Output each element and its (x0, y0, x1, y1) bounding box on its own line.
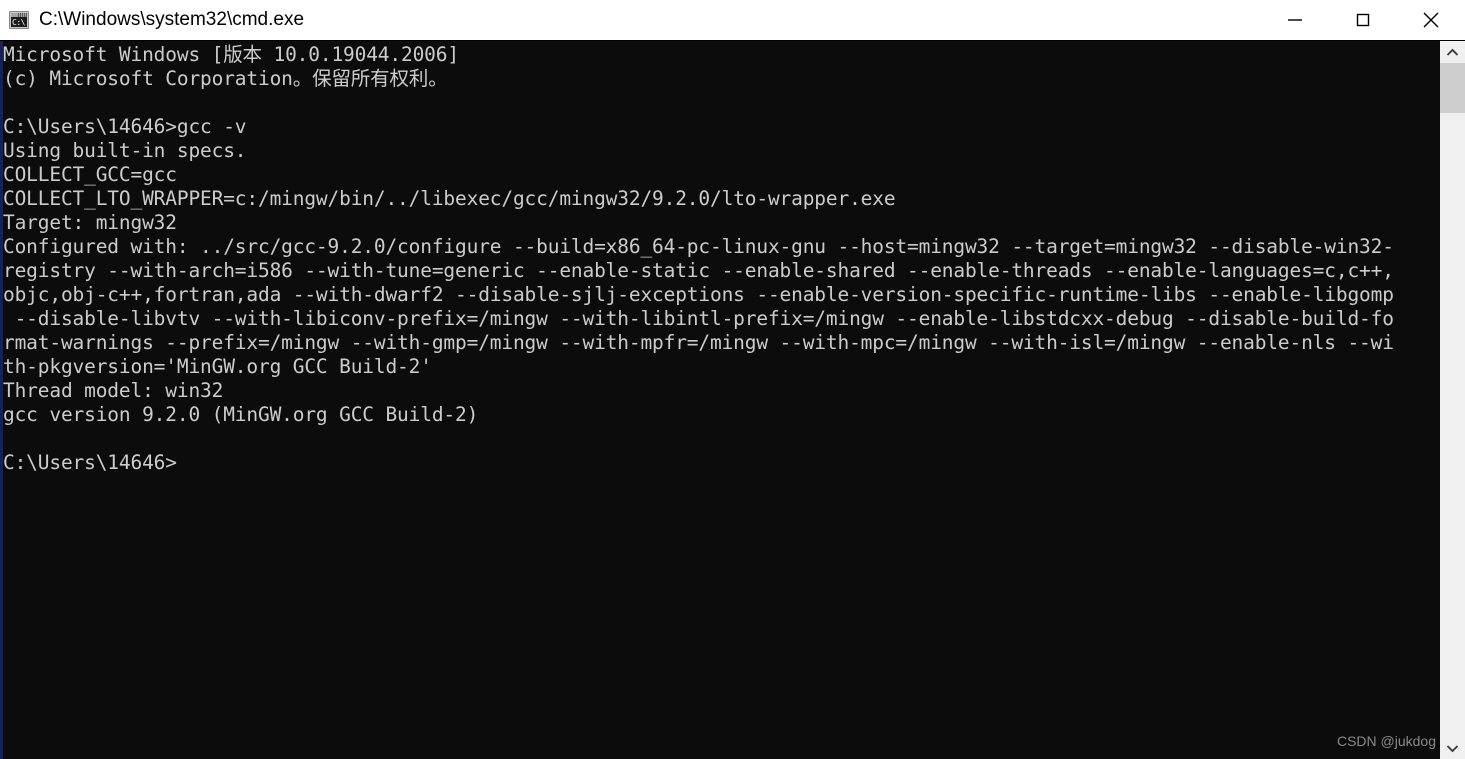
vertical-scrollbar[interactable] (1440, 41, 1465, 759)
title-bar[interactable]: C:\. C:\Windows\system32\cmd.exe (0, 0, 1465, 41)
maximize-icon (1356, 13, 1370, 27)
close-button[interactable] (1397, 0, 1465, 40)
minimize-icon (1288, 19, 1302, 21)
scroll-up-button[interactable] (1440, 41, 1465, 63)
chevron-down-icon (1446, 744, 1459, 752)
minimize-button[interactable] (1261, 0, 1329, 40)
scroll-down-button[interactable] (1440, 737, 1465, 759)
scrollbar-track[interactable] (1440, 63, 1465, 737)
close-icon (1423, 12, 1439, 28)
chevron-up-icon (1446, 48, 1459, 56)
cmd-window: C:\. C:\Windows\system32\cmd.exe (0, 0, 1465, 759)
window-title: C:\Windows\system32\cmd.exe (39, 9, 305, 30)
scrollbar-thumb[interactable] (1440, 63, 1465, 113)
icon-prompt-text: C:\. (11, 17, 27, 27)
console-text: Microsoft Windows [版本 10.0.19044.2006] (… (3, 43, 1394, 474)
console-output-area[interactable]: Microsoft Windows [版本 10.0.19044.2006] (… (0, 41, 1465, 759)
title-bar-left: C:\. C:\Windows\system32\cmd.exe (0, 9, 1261, 31)
cmd-console-icon: C:\. (9, 11, 29, 29)
maximize-button[interactable] (1329, 0, 1397, 40)
window-controls (1261, 0, 1465, 40)
